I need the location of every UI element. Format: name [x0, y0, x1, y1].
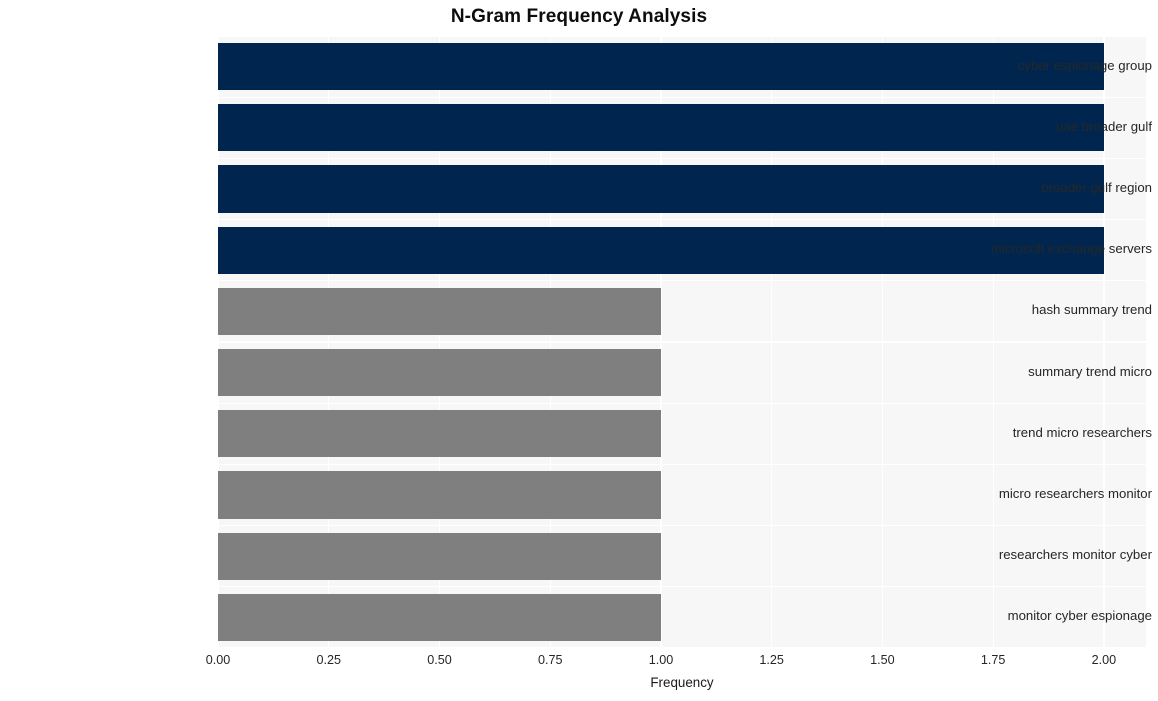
x-axis-tick-label: 1.50 — [870, 653, 895, 667]
y-axis-tick-label: broader gulf region — [1041, 180, 1152, 195]
gridline-horizontal — [218, 280, 1146, 282]
gridline-horizontal — [218, 402, 1146, 404]
y-axis-tick-label: monitor cyber espionage — [1007, 608, 1152, 624]
y-axis-tick-label: micro researchers monitor — [998, 486, 1152, 501]
x-axis-tick-label: 0.75 — [537, 653, 563, 667]
bar — [218, 349, 661, 397]
gridline-horizontal — [218, 157, 1146, 160]
x-axis-tick-label: 2.00 — [1091, 653, 1117, 667]
x-axis-tick-label: 1.75 — [980, 653, 1006, 667]
bar — [218, 593, 661, 641]
y-axis-tick-label: uae broader gulf — [1055, 118, 1152, 134]
x-axis-tick-label: 0.00 — [205, 653, 231, 667]
y-axis-tick-label: summary trend micro — [1028, 363, 1152, 379]
gridline-horizontal — [218, 586, 1146, 588]
y-axis-tick-label: researchers monitor cyber — [998, 547, 1152, 563]
bar — [218, 532, 661, 580]
gridline-horizontal — [218, 96, 1146, 98]
gridline-horizontal — [218, 341, 1146, 343]
bar — [218, 471, 661, 519]
x-axis-tick-label: 1.25 — [759, 653, 784, 667]
x-axis-tick-label: 1.00 — [648, 653, 674, 667]
gridline-horizontal — [218, 647, 1146, 648]
gridline-horizontal — [218, 524, 1146, 527]
x-axis-label: Frequency — [650, 675, 714, 690]
y-axis-tick-label: microsoft exchange servers — [990, 241, 1152, 257]
x-axis-tick-label: 0.25 — [316, 653, 341, 667]
bar — [218, 410, 661, 458]
gridline-horizontal — [218, 36, 1146, 37]
gridline-horizontal — [218, 463, 1146, 466]
gridline-horizontal — [218, 218, 1146, 221]
y-axis-tick-label: cyber espionage group — [1017, 57, 1152, 73]
y-axis-tick-label: hash summary trend — [1031, 302, 1152, 318]
x-axis-tick-label: 0.50 — [427, 653, 452, 667]
bar — [218, 287, 661, 335]
chart-title: N-Gram Frequency Analysis — [450, 6, 708, 27]
y-axis-tick-label: trend micro researchers — [1012, 424, 1152, 440]
chart-figure: N-Gram Frequency Analysis cyber espionag… — [0, 0, 1158, 701]
